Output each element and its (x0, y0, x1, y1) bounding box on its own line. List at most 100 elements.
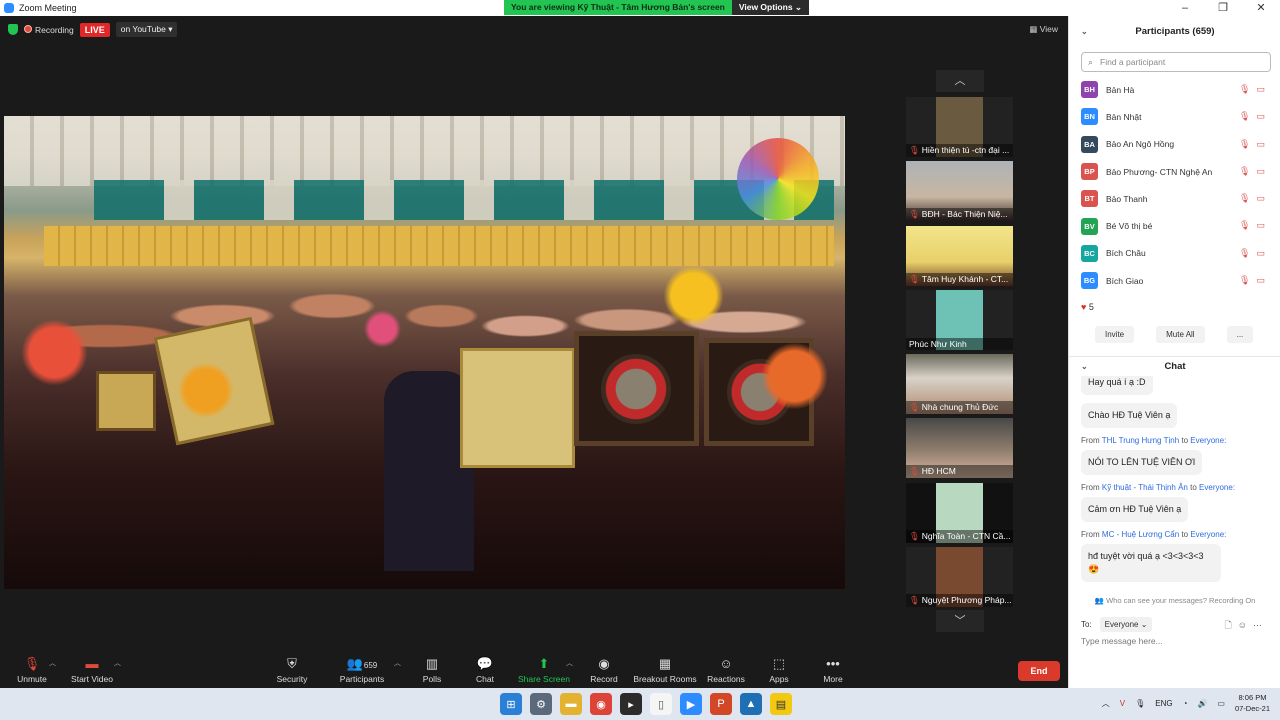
recording-label: Recording (35, 24, 74, 35)
powerpoint-icon[interactable]: P (710, 693, 732, 715)
participant-row[interactable]: BA Bảo An Ngô Hồng 🎙 ▭ (1069, 131, 1280, 158)
thumbnails-scroll-down-icon[interactable]: ﹀ (936, 610, 984, 632)
chat-privacy-note[interactable]: 👥 Who can see your messages? Recording O… (1069, 596, 1280, 605)
sender-name[interactable]: Kỹ thuật - Thái Thịnh Ân (1102, 483, 1188, 492)
participants-header: ⌄ Participants (659) (1069, 22, 1280, 42)
video-thumbnail[interactable]: 🎙 Nguyệt Phương Pháp... (906, 547, 1013, 608)
view-button[interactable]: ▦ View (1029, 24, 1058, 35)
video-options-chevron-icon[interactable]: ︿ (114, 658, 121, 668)
sender-name[interactable]: MC - Huệ Lương Cẩn (1102, 530, 1179, 539)
thumbnail-name: 🎙 Nhà chung Thủ Đức (906, 401, 1013, 415)
sender-name[interactable]: THL Trung Hưng Tịnh (1102, 436, 1179, 445)
clock[interactable]: 8:06 PM 07-Dec-21 (1235, 692, 1270, 714)
participant-row[interactable]: BN Bản Nhật 🎙 ▭ (1069, 103, 1280, 130)
video-thumbnail[interactable]: 🎙 Tâm Huy Khánh - CT... (906, 225, 1013, 286)
wifi-icon[interactable]: ◔ (1183, 699, 1188, 708)
more-options-button[interactable]: ... (1226, 326, 1254, 343)
video-thumbnail[interactable]: 🎙 Hiền thiện tú -ctn đại ... (906, 97, 1013, 157)
close-icon[interactable]: ✕ (1242, 0, 1280, 16)
participant-status-icons: 🎙 ▭ (1233, 220, 1265, 231)
participant-row[interactable]: BT Bảo Thanh 🎙 ▭ (1069, 185, 1280, 212)
recording-indicator[interactable]: Recording (24, 24, 74, 35)
participant-row[interactable]: BH Bản Hà 🎙 ▭ (1069, 76, 1280, 103)
avatar: BN (1081, 108, 1098, 126)
participant-actions: Invite Mute All ... (1095, 326, 1254, 343)
collapse-chevron-icon[interactable]: ⌄ (1081, 357, 1088, 377)
mute-all-button[interactable]: Mute All (1156, 326, 1205, 343)
shared-screen-content (4, 116, 845, 589)
video-off-icon: ▭ (1256, 165, 1265, 176)
muted-mic-icon: 🎙 (909, 466, 920, 477)
message-text: Hay quá í ạ :D (1081, 376, 1153, 395)
tray-chevron-icon[interactable]: ︿ (1102, 698, 1110, 709)
security-button[interactable]: ⛨ Security (260, 656, 324, 684)
chat-tools: 🗋 ☺ ⋯ (1219, 618, 1262, 634)
participant-status-icons: 🎙 ▭ (1233, 84, 1265, 95)
chat-messages: Hay quá í ạ :D Chào HĐ Tuệ Viên ạ From T… (1069, 376, 1280, 598)
meeting-main-area: Recording LIVE on YouTube ▾ ▦ View ︿ 🎙 Hi… (0, 16, 1068, 688)
view-options-button[interactable]: View Options ⌄ (731, 0, 810, 15)
video-thumbnail[interactable]: 🎙 Nhà chung Thủ Đức (906, 354, 1013, 415)
participant-row[interactable]: BP Bảo Phương- CTN Nghệ An 🎙 ▭ (1069, 158, 1280, 185)
recipient: Everyone: (1190, 530, 1227, 539)
participant-status-icons: 🎙 ▭ (1233, 275, 1265, 286)
maximize-icon[interactable]: ❐ (1204, 0, 1242, 16)
chrome-icon[interactable]: ◉ (590, 693, 612, 715)
chat-message-input[interactable]: Type message here... (1081, 636, 1163, 646)
notepad-icon[interactable]: ▯ (650, 693, 672, 715)
collapse-chevron-icon[interactable]: ⌄ (1081, 22, 1088, 42)
file-icon[interactable]: 🗋 (1225, 620, 1232, 630)
language-indicator[interactable]: ENG (1155, 699, 1172, 708)
message-text: hđ tuyệt vời quá ạ <3<3<3<3 😍 (1081, 544, 1221, 582)
record-button[interactable]: ◉ Record (572, 656, 636, 684)
video-thumbnail[interactable]: 🎙 HĐ HCM (906, 418, 1013, 479)
chat-button[interactable]: 💬 Chat (453, 656, 517, 684)
thumbnails-scroll-up-icon[interactable]: ︿ (936, 70, 984, 92)
video-thumbnail[interactable]: Phúc Như Kinh (906, 289, 1013, 350)
thumbnail-name: 🎙 BĐH - Bác Thiện Niệ... (906, 208, 1013, 222)
record-dot-icon (24, 24, 32, 33)
battery-icon[interactable]: ▭ (1217, 699, 1225, 708)
audio-options-chevron-icon[interactable]: ︿ (49, 658, 56, 668)
breakout-rooms-button[interactable]: ▦ Breakout Rooms (633, 656, 697, 684)
more-button[interactable]: ••• More (801, 656, 865, 684)
stream-target-dropdown[interactable]: on YouTube ▾ (115, 22, 178, 37)
microphone-icon[interactable]: 🎙 (1135, 699, 1145, 708)
avatar: BC (1081, 244, 1098, 262)
volume-icon[interactable]: 🔊 (1197, 699, 1207, 708)
window-title: Zoom Meeting (19, 3, 77, 13)
to-label: To: (1081, 620, 1092, 629)
participants-button[interactable]: 👥659 Participants (330, 656, 394, 684)
search-icon: ⌕ (1088, 57, 1094, 67)
muted-mic-icon: 🎙 (909, 273, 920, 284)
side-panel: ⌄ Participants (659) ⌕ Find a participan… (1068, 16, 1280, 688)
photos-icon[interactable]: ▲ (740, 693, 762, 715)
file-explorer-icon[interactable]: ▬ (560, 693, 582, 715)
window-controls: – ❐ ✕ (1166, 0, 1280, 16)
encryption-shield-icon[interactable] (8, 24, 18, 35)
antivirus-icon[interactable]: V (1120, 699, 1125, 708)
minimize-icon[interactable]: – (1166, 0, 1204, 16)
muted-mic-icon: 🎙 (1239, 111, 1251, 122)
emoji-icon[interactable]: ☺ (1238, 620, 1247, 630)
terminal-icon[interactable]: ▸ (620, 693, 642, 715)
video-thumbnail[interactable]: 🎙 Nghĩa Toàn - CTN Cầ... (906, 482, 1013, 543)
invite-button[interactable]: Invite (1095, 326, 1135, 343)
zoom-icon[interactable]: ▶ (680, 693, 702, 715)
participant-search-input[interactable]: ⌕ Find a participant (1081, 52, 1271, 72)
participant-row[interactable]: BC Bích Châu 🎙 ▭ (1069, 240, 1280, 267)
participant-name: Bảo An Ngô Hồng (1106, 139, 1175, 150)
participant-row[interactable]: BG Bích Giao 🎙 ▭ (1069, 267, 1280, 294)
chat-bubble-icon: 💬 (476, 656, 494, 671)
participants-icon: 👥659 (346, 656, 378, 671)
reaction-counter: ♥ 5 (1081, 302, 1094, 312)
recipient-dropdown[interactable]: Everyone ⌄ (1099, 617, 1153, 632)
end-meeting-button[interactable]: End (1018, 661, 1060, 681)
settings-icon[interactable]: ⚙ (530, 693, 552, 715)
video-thumbnail[interactable]: 🎙 BĐH - Bác Thiện Niệ... (906, 161, 1013, 222)
more-icon[interactable]: ⋯ (1253, 620, 1262, 630)
windows-start-icon[interactable]: ⊞ (500, 693, 522, 715)
sticky-notes-icon[interactable]: ▤ (770, 693, 792, 715)
participant-row[interactable]: BV Bé Võ thị bé 🎙 ▭ (1069, 212, 1280, 239)
ellipsis-icon: ••• (826, 656, 840, 671)
